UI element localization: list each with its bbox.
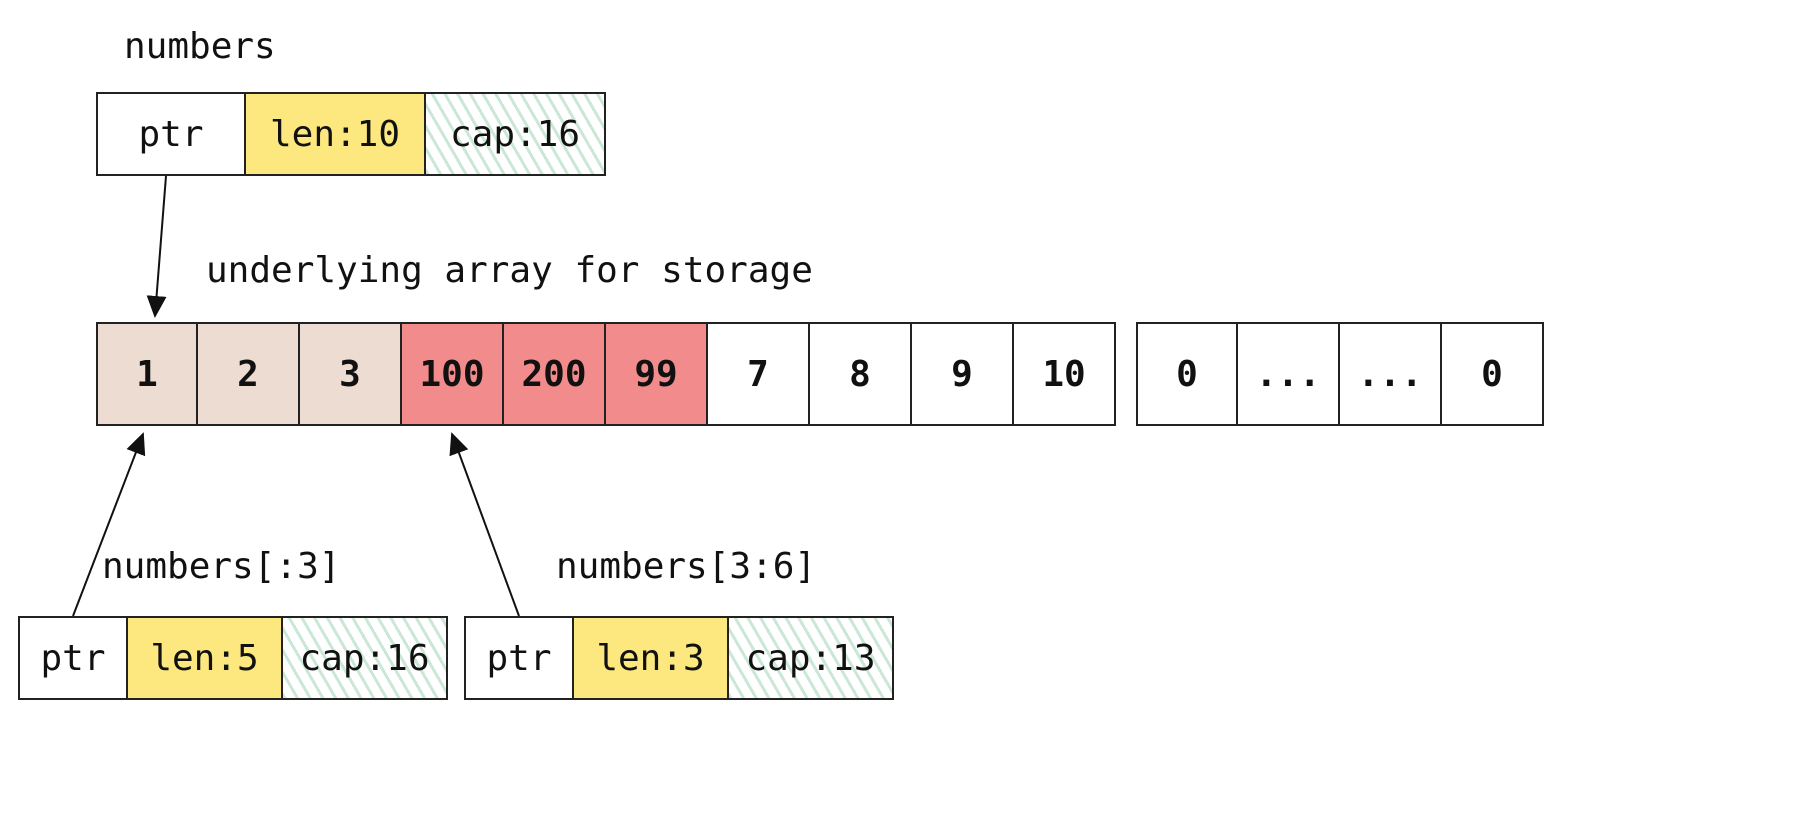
array-extra-cell: 0 — [1136, 322, 1238, 426]
arrow-numbers-to-array — [155, 176, 166, 316]
array-cell: 8 — [810, 322, 912, 426]
slice-a-title: numbers[:3] — [102, 546, 340, 587]
array-cell: 3 — [300, 322, 402, 426]
array-extra-cell: ... — [1238, 322, 1340, 426]
arrow-slice-b-to-array — [452, 434, 519, 616]
array-cell: 2 — [198, 322, 300, 426]
slice-b-ptr-cell: ptr — [464, 616, 574, 700]
array-cell: 100 — [402, 322, 504, 426]
array-cell: 9 — [912, 322, 1014, 426]
array-cell: 200 — [504, 322, 606, 426]
array-cell: 10 — [1014, 322, 1116, 426]
slice-a-len-cell: len:5 — [128, 616, 283, 700]
slice-a-ptr-cell: ptr — [18, 616, 128, 700]
numbers-title: numbers — [124, 26, 276, 67]
array-extra-cell: ... — [1340, 322, 1442, 426]
slice-a-cap-cell: cap:16 — [283, 616, 448, 700]
arrow-slice-a-to-array — [73, 434, 143, 616]
slice-b-header: ptr len:3 cap:13 — [464, 616, 894, 700]
slice-b-len-cell: len:3 — [574, 616, 729, 700]
numbers-len-cell: len:10 — [246, 92, 426, 176]
underlying-array-title: underlying array for storage — [206, 250, 813, 291]
underlying-array-extra: 0......0 — [1136, 322, 1544, 426]
numbers-cap-cell: cap:16 — [426, 92, 606, 176]
array-cell: 7 — [708, 322, 810, 426]
array-cell: 99 — [606, 322, 708, 426]
slice-b-title: numbers[3:6] — [556, 546, 816, 587]
numbers-ptr-cell: ptr — [96, 92, 246, 176]
underlying-array-main: 1231002009978910 — [96, 322, 1116, 426]
slice-b-cap-cell: cap:13 — [729, 616, 894, 700]
slice-a-header: ptr len:5 cap:16 — [18, 616, 448, 700]
array-cell: 1 — [96, 322, 198, 426]
numbers-header: ptr len:10 cap:16 — [96, 92, 606, 176]
array-extra-cell: 0 — [1442, 322, 1544, 426]
